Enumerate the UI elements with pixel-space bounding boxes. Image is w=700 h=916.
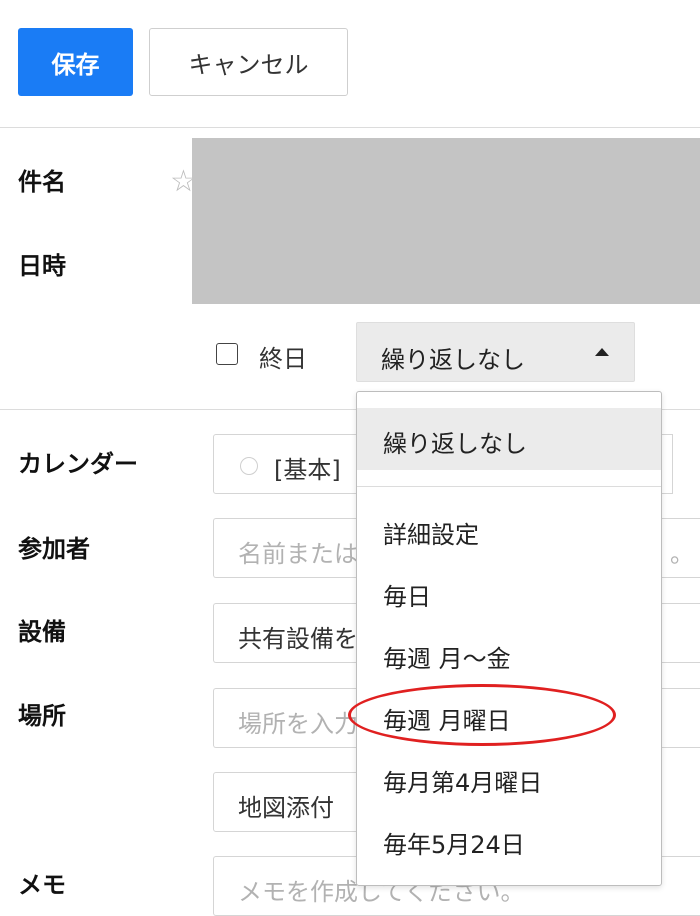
repeat-option-monthly[interactable]: 毎月第4月曜日 [357, 747, 661, 809]
redacted-area [192, 138, 700, 304]
calendar-label: カレンダー [18, 450, 138, 478]
repeat-option-none[interactable]: 繰り返しなし [357, 408, 661, 470]
repeat-option-weekly-monday[interactable]: 毎週 月曜日 [357, 685, 661, 747]
cancel-button[interactable]: キャンセル [149, 28, 348, 96]
repeat-option-weekdays[interactable]: 毎週 月〜金 [357, 623, 661, 685]
repeat-select-value: 繰り返しなし [381, 346, 525, 374]
participants-placeholder: 名前または [238, 540, 358, 568]
save-button[interactable]: 保存 [18, 28, 133, 96]
calendar-color-icon [240, 457, 258, 475]
map-attach-label: 地図添付 [238, 794, 334, 822]
repeat-option-yearly[interactable]: 毎年5月24日 [357, 809, 661, 871]
facility-label: 設備 [18, 618, 66, 646]
repeat-dropdown-menu: 繰り返しなし 詳細設定 毎日 毎週 月〜金 毎週 月曜日 毎月第4月曜日 毎年5… [356, 391, 662, 886]
calendar-value: [基本] [274, 456, 341, 484]
subject-label: 件名 [18, 168, 66, 196]
repeat-option-label: 毎週 月〜金 [383, 645, 511, 673]
repeat-option-label: 繰り返しなし [383, 430, 527, 458]
participants-label: 参加者 [18, 535, 90, 563]
allday-checkbox[interactable] [216, 343, 238, 365]
memo-label: メモ [18, 871, 66, 899]
repeat-option-label: 毎日 [383, 583, 431, 611]
allday-label: 終日 [259, 345, 307, 373]
datetime-label: 日時 [18, 252, 66, 280]
facility-value: 共有設備を [238, 625, 358, 653]
repeat-option-label: 毎年5月24日 [383, 831, 525, 859]
caret-up-icon [595, 348, 609, 356]
repeat-option-label: 毎週 月曜日 [383, 707, 511, 735]
place-label: 場所 [18, 702, 66, 730]
toolbar-divider [0, 127, 700, 128]
repeat-option-advanced[interactable]: 詳細設定 [357, 499, 661, 561]
repeat-option-label: 詳細設定 [383, 521, 479, 549]
participants-placeholder-tail: 。 [670, 540, 694, 568]
repeat-select[interactable]: 繰り返しなし [356, 322, 635, 382]
menu-separator [357, 486, 661, 487]
place-placeholder: 場所を入力 [238, 710, 358, 738]
map-attach-button[interactable]: 地図添付 [213, 772, 373, 832]
repeat-option-label: 毎月第4月曜日 [383, 769, 543, 797]
repeat-option-daily[interactable]: 毎日 [357, 561, 661, 623]
